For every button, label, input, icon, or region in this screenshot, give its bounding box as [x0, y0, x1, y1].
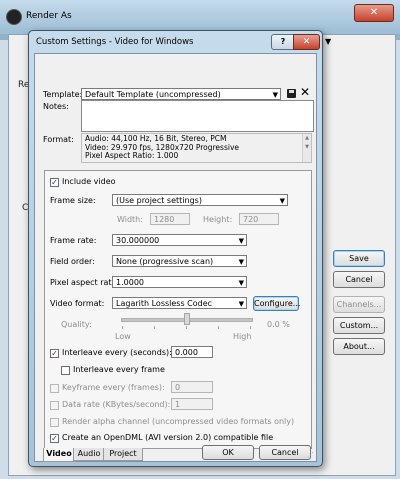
help-button[interactable]: ? — [271, 34, 295, 50]
chevron-down-icon: ▼ — [238, 258, 244, 266]
format-label: Format: — [43, 135, 74, 144]
quality-high-label: High — [233, 332, 252, 341]
field-order-value: None (progressive scan) — [116, 257, 214, 266]
frame-rate-select[interactable]: 30.000000 ▼ — [112, 234, 247, 246]
frame-rate-label: Frame rate: — [50, 236, 97, 245]
chevron-down-icon: ▼ — [279, 197, 285, 205]
dropdown-arrow-icon[interactable]: ▼ — [325, 37, 331, 46]
data-rate-label: Data rate (KBytes/second): — [62, 400, 171, 409]
chevron-down-icon: ▼ — [272, 91, 278, 99]
frame-rate-value: 30.000000 — [116, 236, 160, 245]
render-as-close-button[interactable]: ✕ — [354, 4, 394, 22]
quality-slider-thumb[interactable] — [184, 313, 190, 325]
quality-low-label: Low — [115, 332, 131, 341]
width-field[interactable]: 1280 — [150, 213, 190, 225]
dialog-title: Custom Settings - Video for Windows — [36, 37, 194, 47]
about-button[interactable]: About... — [333, 338, 385, 355]
tab-video[interactable]: Video — [43, 448, 75, 462]
video-format-label: Video format: — [50, 299, 105, 308]
render-as-title: Render As — [26, 11, 72, 21]
delete-icon[interactable]: ✕ — [300, 85, 310, 99]
resize-grip[interactable]: ⋰ — [307, 451, 314, 459]
app-icon — [6, 9, 22, 25]
pixel-aspect-select[interactable]: 1.0000 ▼ — [112, 276, 247, 288]
slider-tick — [122, 326, 123, 329]
opendml-checkbox[interactable]: ✓ — [50, 434, 59, 443]
data-rate-field[interactable]: 1 — [171, 398, 213, 410]
chevron-down-icon: ▼ — [238, 300, 244, 308]
include-video-label: Include video — [62, 177, 116, 186]
custom-button[interactable]: Custom... — [333, 317, 385, 334]
interleave-every-checkbox[interactable]: ✓ — [50, 349, 59, 358]
frame-size-select[interactable]: (Use project settings) ▼ — [112, 194, 288, 206]
interleave-seconds-field[interactable]: 0.000 — [171, 346, 213, 358]
template-value: Default Template (uncompressed) — [85, 90, 221, 99]
ok-button[interactable]: OK — [202, 445, 254, 460]
width-label: Width: — [117, 215, 143, 224]
custom-settings-dialog: Custom Settings - Video for Windows ? ✕ … — [28, 30, 323, 467]
interleave-every-label: Interleave every (seconds): — [62, 348, 172, 357]
keyframe-every-label: Keyframe every (frames): — [62, 383, 165, 392]
render-as-button-column: Save Cancel Channels... Custom... About.… — [333, 250, 385, 359]
dialog-cancel-button[interactable]: Cancel — [259, 445, 311, 460]
interleave-every-frame-checkbox[interactable] — [61, 366, 70, 375]
quality-label: Quality: — [61, 320, 92, 329]
tab-project[interactable]: Project — [103, 448, 143, 461]
chevron-down-icon: ▼ — [238, 279, 244, 287]
save-button[interactable]: Save — [333, 250, 385, 267]
quality-value: 0.0 % — [267, 320, 290, 329]
opendml-label: Create an OpenDML (AVI version 2.0) comp… — [62, 433, 274, 442]
channels-button[interactable]: Channels... — [333, 296, 385, 313]
field-order-label: Field order: — [50, 257, 95, 266]
tab-audio[interactable]: Audio — [73, 448, 105, 461]
keyframe-field[interactable]: 0 — [171, 381, 213, 393]
video-format-value: Lagarith Lossless Codec — [116, 299, 213, 308]
format-scrollbar[interactable]: ▲ ▼ — [302, 134, 311, 162]
notes-label: Notes: — [43, 102, 69, 111]
pixel-aspect-value: 1.0000 — [116, 278, 144, 287]
slider-tick — [218, 326, 219, 329]
data-rate-checkbox[interactable] — [50, 401, 59, 410]
cancel-button[interactable]: Cancel — [333, 271, 385, 288]
keyframe-every-checkbox[interactable] — [50, 384, 59, 393]
height-field[interactable]: 720 — [239, 213, 279, 225]
template-select[interactable]: Default Template (uncompressed) ▼ — [81, 88, 281, 100]
video-format-select[interactable]: Lagarith Lossless Codec ▼ — [112, 297, 247, 309]
pixel-aspect-label: Pixel aspect ratio: — [50, 278, 122, 287]
configure-button[interactable]: Configure... — [253, 296, 300, 311]
render-alpha-label: Render alpha channel (uncompressed video… — [62, 417, 295, 426]
dialog-close-button[interactable]: ✕ — [293, 34, 320, 50]
field-order-select[interactable]: None (progressive scan) ▼ — [112, 255, 247, 267]
format-line: Pixel Aspect Ratio: 1.000 — [85, 151, 179, 160]
slider-tick — [154, 326, 155, 329]
slider-tick — [250, 326, 251, 329]
video-tab-panel: ✓ Include video Frame size: (Use project… — [44, 170, 312, 449]
chevron-down-icon: ▼ — [238, 237, 244, 245]
interleave-every-frame-label: Interleave every frame — [73, 365, 165, 374]
template-label: Template: — [43, 90, 83, 99]
dialog-client: Template: Default Template (uncompressed… — [34, 53, 317, 462]
format-description: Audio: 44,100 Hz, 16 Bit, Stereo, PCM Vi… — [81, 133, 312, 163]
render-as-titlebar: Render As ✕ — [0, 0, 400, 34]
frame-size-label: Frame size: — [50, 196, 96, 205]
include-video-checkbox[interactable]: ✓ — [50, 178, 59, 187]
slider-tick — [186, 326, 187, 329]
frame-size-value: (Use project settings) — [116, 196, 202, 205]
height-label: Height: — [203, 215, 233, 224]
render-alpha-checkbox[interactable] — [50, 418, 59, 427]
notes-field[interactable] — [81, 100, 314, 132]
save-icon[interactable] — [287, 89, 296, 98]
